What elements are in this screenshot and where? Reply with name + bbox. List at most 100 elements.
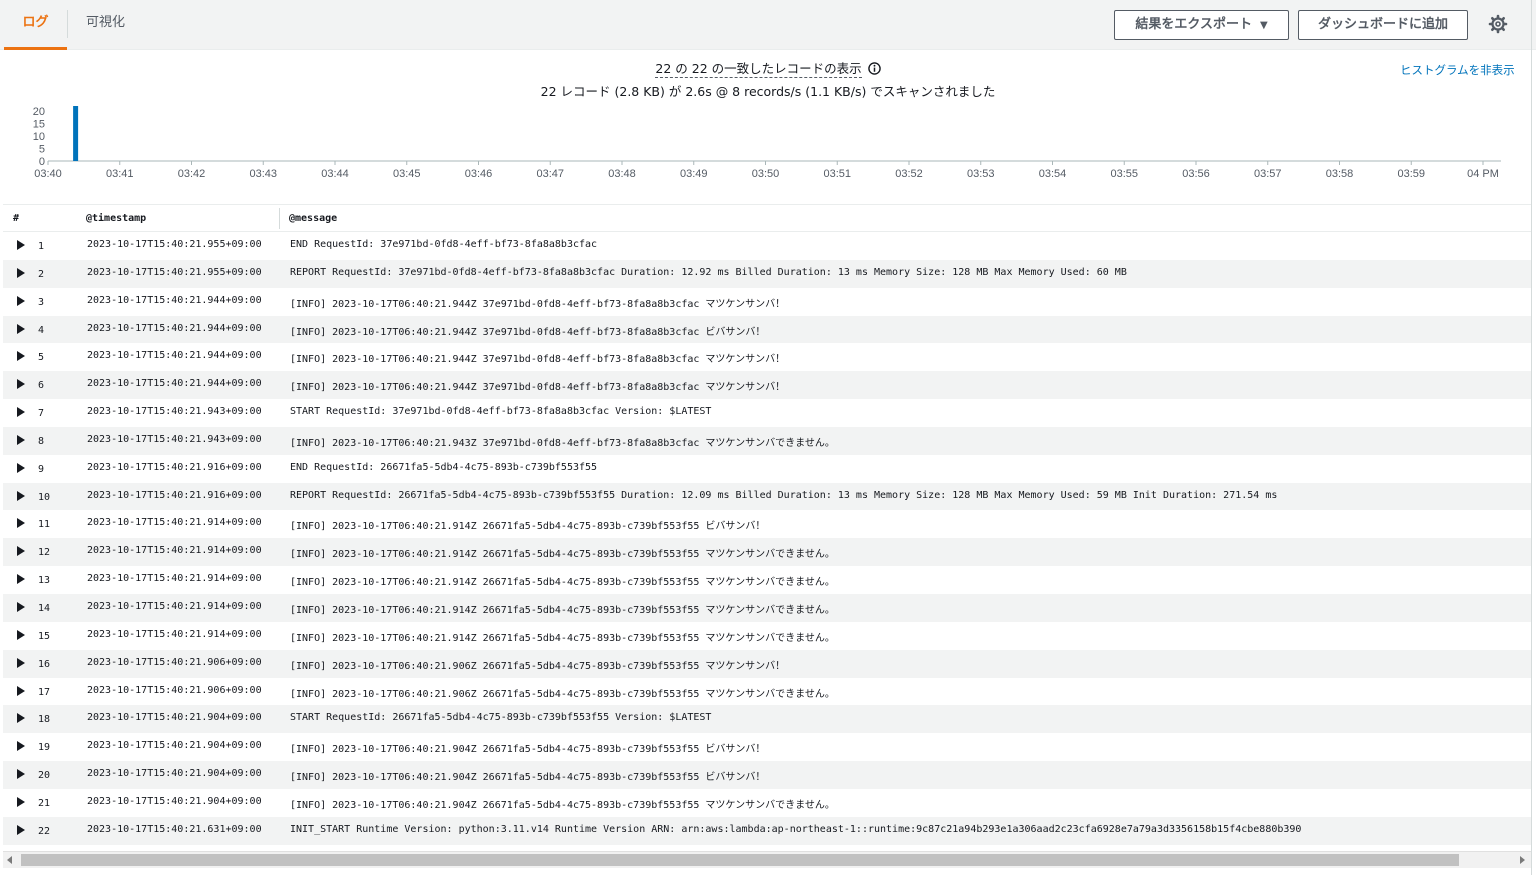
expand-row-icon[interactable] (17, 240, 25, 250)
row-timestamp: 2023-10-17T15:40:21.944+09:00 (87, 378, 262, 390)
histogram-bar[interactable] (73, 106, 79, 161)
scroll-right-icon[interactable] (1520, 856, 1525, 864)
expand-row-icon[interactable] (17, 407, 25, 418)
table-row[interactable]: 2 2023-10-17T15:40:21.955+09:00 REPORT Req… (3, 259, 1531, 288)
row-number: 1 (38, 241, 45, 252)
results-toolbar: ログ 可視化 結果をエクスポート ▼ ダッシュボードに追加 (0, 0, 1536, 50)
table-row[interactable]: 4 2023-10-17T15:40:21.944+09:00 [INFO] 202… (3, 315, 1531, 344)
tab-logs[interactable]: ログ (4, 0, 67, 50)
row-timestamp: 2023-10-17T15:40:21.943+09:00 (87, 406, 262, 418)
x-tick-label: 03:40 (34, 168, 62, 180)
expand-row-icon[interactable] (17, 490, 25, 501)
expand-row-icon[interactable] (17, 323, 25, 334)
table-row[interactable]: 7 2023-10-17T15:40:21.943+09:00 START Requ… (3, 399, 1531, 427)
x-tick-label: 03:45 (393, 168, 421, 180)
expand-row-icon[interactable] (17, 824, 25, 835)
table-row[interactable]: 21 2023-10-17T15:40:21.904+09:00 [INFO] 20… (3, 789, 1531, 817)
row-message: [INFO] 2023-10-17T06:40:21.906Z 26671fa5… (290, 660, 786, 672)
row-timestamp: 2023-10-17T15:40:21.904+09:00 (87, 768, 262, 780)
row-timestamp: 2023-10-17T15:40:21.916+09:00 (87, 461, 262, 473)
row-number: 3 (38, 296, 45, 308)
row-timestamp: 2023-10-17T15:40:21.904+09:00 (87, 712, 262, 724)
expand-row-icon[interactable] (17, 657, 25, 668)
expand-row-icon[interactable] (17, 713, 25, 724)
row-number: 20 (38, 770, 51, 782)
expand-row-icon[interactable] (17, 267, 25, 278)
table-row[interactable]: 20 2023-10-17T15:40:21.904+09:00 [INFO] 20… (3, 761, 1531, 789)
expand-row-icon[interactable] (17, 295, 25, 306)
row-message: REPORT RequestId: 26671fa5-5db4-4c75-893… (290, 489, 1278, 501)
column-header-timestamp[interactable]: @timestamp (86, 205, 146, 232)
gear-icon[interactable] (1488, 14, 1508, 34)
y-tick-label: 5 (39, 144, 45, 156)
table-row[interactable]: 16 2023-10-17T15:40:21.906+09:00 [INFO] 20… (3, 649, 1531, 678)
table-row[interactable]: 13 2023-10-17T15:40:21.914+09:00 [INFO] 20… (3, 566, 1531, 594)
table-row[interactable]: 12 2023-10-17T15:40:21.914+09:00 [INFO] 20… (3, 538, 1531, 567)
row-number: 9 (38, 463, 45, 475)
y-tick-label: 20 (33, 106, 45, 118)
table-row[interactable]: 14 2023-10-17T15:40:21.914+09:00 [INFO] 20… (3, 593, 1531, 622)
x-tick-label: 03:58 (1326, 168, 1354, 180)
expand-row-icon[interactable] (17, 601, 25, 612)
table-header: # @timestamp @message (3, 205, 1531, 232)
histogram-chart: 2015105003:40 03:41 03:42 03:43 03:44 03:45 03… (33, 106, 1501, 180)
x-tick-label: 03:52 (895, 168, 923, 180)
table-row[interactable]: 22 2023-10-17T15:40:21.631+09:00 INIT_STAR… (3, 816, 1531, 845)
expand-row-icon[interactable] (17, 546, 25, 557)
table-row[interactable]: 15 2023-10-17T15:40:21.914+09:00 [INFO] 20… (3, 622, 1531, 650)
table-row[interactable]: 9 2023-10-17T15:40:21.916+09:00 END Reques… (3, 455, 1531, 483)
expand-row-icon[interactable] (17, 741, 25, 752)
scroll-left-icon[interactable] (7, 856, 12, 864)
add-to-dashboard-button[interactable]: ダッシュボードに追加 (1298, 10, 1468, 40)
table-row[interactable]: 6 2023-10-17T15:40:21.944+09:00 [INFO] 202… (3, 371, 1531, 400)
row-number: 21 (38, 797, 51, 809)
expand-row-icon[interactable] (17, 434, 25, 445)
row-timestamp: 2023-10-17T15:40:21.944+09:00 (87, 294, 262, 306)
row-number: 2 (38, 268, 45, 280)
table-row[interactable]: 5 2023-10-17T15:40:21.944+09:00 [INFO] 202… (3, 343, 1531, 371)
table-row[interactable]: 18 2023-10-17T15:40:21.904+09:00 START Req… (3, 705, 1531, 734)
row-number: 10 (38, 491, 51, 503)
expand-row-icon[interactable] (17, 518, 25, 529)
row-number: 14 (38, 602, 51, 614)
table-row[interactable]: 1 2023-10-17T15:40:21.955+09:00 END Reques… (3, 232, 1531, 260)
column-separator[interactable] (279, 208, 280, 229)
x-tick-label: 03:57 (1254, 168, 1282, 180)
column-header-num[interactable]: # (13, 205, 19, 232)
row-timestamp: 2023-10-17T15:40:21.916+09:00 (87, 489, 262, 501)
expand-row-icon[interactable] (17, 379, 25, 390)
row-timestamp: 2023-10-17T15:40:21.955+09:00 (87, 239, 262, 250)
scrollbar-thumb[interactable] (21, 854, 1459, 866)
export-results-label: 結果をエクスポート (1135, 17, 1252, 32)
row-number: 19 (38, 742, 51, 754)
horizontal-scrollbar[interactable] (3, 851, 1531, 868)
info-icon[interactable] (867, 62, 881, 75)
log-results-table: # @timestamp @message 1 2023-10-17T15:40:… (3, 204, 1531, 850)
tab-visualization[interactable]: 可視化 (86, 0, 125, 50)
table-row[interactable]: 8 2023-10-17T15:40:21.943+09:00 [INFO] 202… (3, 426, 1531, 455)
row-message: [INFO] 2023-10-17T06:40:21.943Z 37e971bd… (290, 437, 835, 449)
expand-row-icon[interactable] (17, 574, 25, 585)
table-row[interactable]: 10 2023-10-17T15:40:21.916+09:00 REPORT Re… (3, 482, 1531, 511)
expand-row-icon[interactable] (17, 685, 25, 696)
x-tick-label: 03:55 (1110, 168, 1138, 180)
y-tick-label: 15 (33, 119, 45, 131)
expand-row-icon[interactable] (17, 629, 25, 640)
column-header-message[interactable]: @message (289, 205, 337, 232)
row-timestamp: 2023-10-17T15:40:21.914+09:00 (87, 600, 262, 612)
export-results-button[interactable]: 結果をエクスポート ▼ (1114, 10, 1289, 40)
table-row[interactable]: 3 2023-10-17T15:40:21.944+09:00 [INFO] 202… (3, 288, 1531, 316)
table-body: 1 2023-10-17T15:40:21.955+09:00 END Reques… (3, 232, 1531, 845)
row-number: 16 (38, 658, 51, 670)
expand-row-icon[interactable] (17, 351, 25, 362)
expand-row-icon[interactable] (17, 796, 25, 807)
table-row[interactable]: 11 2023-10-17T15:40:21.914+09:00 [INFO] 20… (3, 510, 1531, 538)
expand-row-icon[interactable] (17, 462, 25, 473)
table-row[interactable]: 19 2023-10-17T15:40:21.904+09:00 [INFO] 20… (3, 733, 1531, 761)
hide-histogram-link[interactable]: ヒストグラムを非表示 (1400, 62, 1515, 78)
row-number: 7 (38, 408, 45, 420)
row-number: 5 (38, 352, 45, 364)
expand-row-icon[interactable] (17, 769, 25, 780)
row-timestamp: 2023-10-17T15:40:21.904+09:00 (87, 740, 262, 752)
table-row[interactable]: 17 2023-10-17T15:40:21.906+09:00 [INFO] 20… (3, 678, 1531, 706)
